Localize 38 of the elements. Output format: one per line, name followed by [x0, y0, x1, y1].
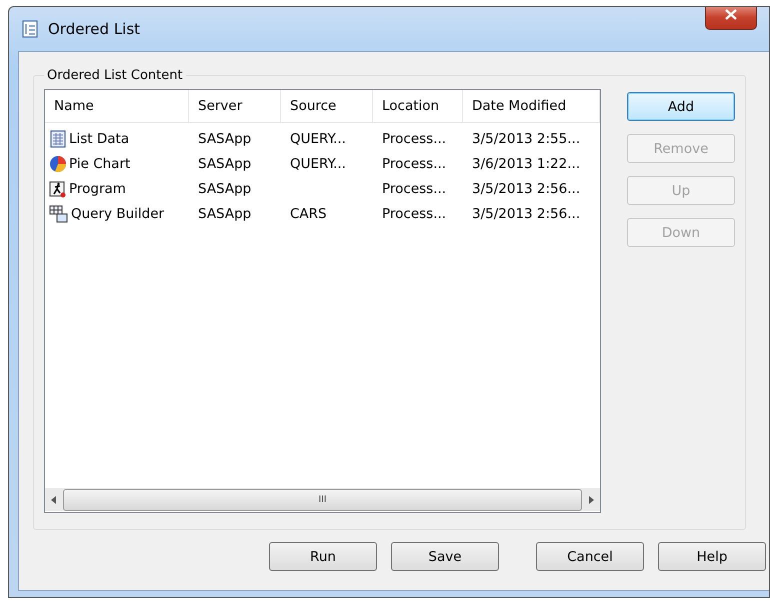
column-header[interactable]: Server	[189, 90, 281, 122]
table-cell: 3/5/2013 2:56...	[472, 180, 580, 196]
dialog-button[interactable]: Save	[391, 542, 499, 571]
table-cell: CARS	[290, 206, 327, 222]
column-header[interactable]: Name	[45, 90, 189, 122]
table-cell: 3/6/2013 1:22...	[472, 156, 580, 172]
table-cell: SASApp	[198, 156, 252, 172]
table-cell: SASApp	[198, 206, 252, 222]
table-cell[interactable]: Program	[69, 180, 126, 196]
grid-icon	[49, 204, 69, 222]
table-cell: SASApp	[198, 180, 252, 196]
table-cell: Process...	[382, 180, 446, 196]
table-icon	[49, 130, 67, 148]
table-cell[interactable]: Query Builder	[71, 206, 164, 222]
side-button[interactable]: Add	[627, 92, 735, 121]
table-cell[interactable]: Pie Chart	[69, 156, 130, 172]
column-header[interactable]: Date Modified	[463, 90, 600, 122]
dialog-button[interactable]: Help	[658, 542, 766, 571]
table-cell: SASApp	[198, 130, 252, 146]
table-cell: 3/5/2013 2:56...	[472, 206, 580, 222]
close-icon	[725, 9, 737, 20]
column-header[interactable]: Location	[373, 90, 463, 122]
window-title: Ordered List	[48, 20, 140, 38]
close-button[interactable]	[705, 7, 757, 30]
table-cell[interactable]: List Data	[69, 130, 130, 146]
table-cell: Process...	[382, 130, 446, 146]
table-cell: 3/5/2013 2:55...	[472, 130, 580, 146]
column-header[interactable]: Source	[281, 90, 373, 122]
list-document-icon	[22, 20, 38, 38]
pie-chart-icon	[49, 154, 67, 172]
table-cell: Process...	[382, 156, 446, 172]
table-cell: QUERY...	[290, 156, 346, 172]
running-figure-icon	[49, 180, 67, 198]
table-cell: Process...	[382, 206, 446, 222]
group-title: Ordered List Content	[46, 68, 184, 83]
table-cell: QUERY...	[290, 130, 346, 146]
dialog-button[interactable]: Run	[269, 542, 377, 571]
dialog-button[interactable]: Cancel	[536, 542, 644, 571]
